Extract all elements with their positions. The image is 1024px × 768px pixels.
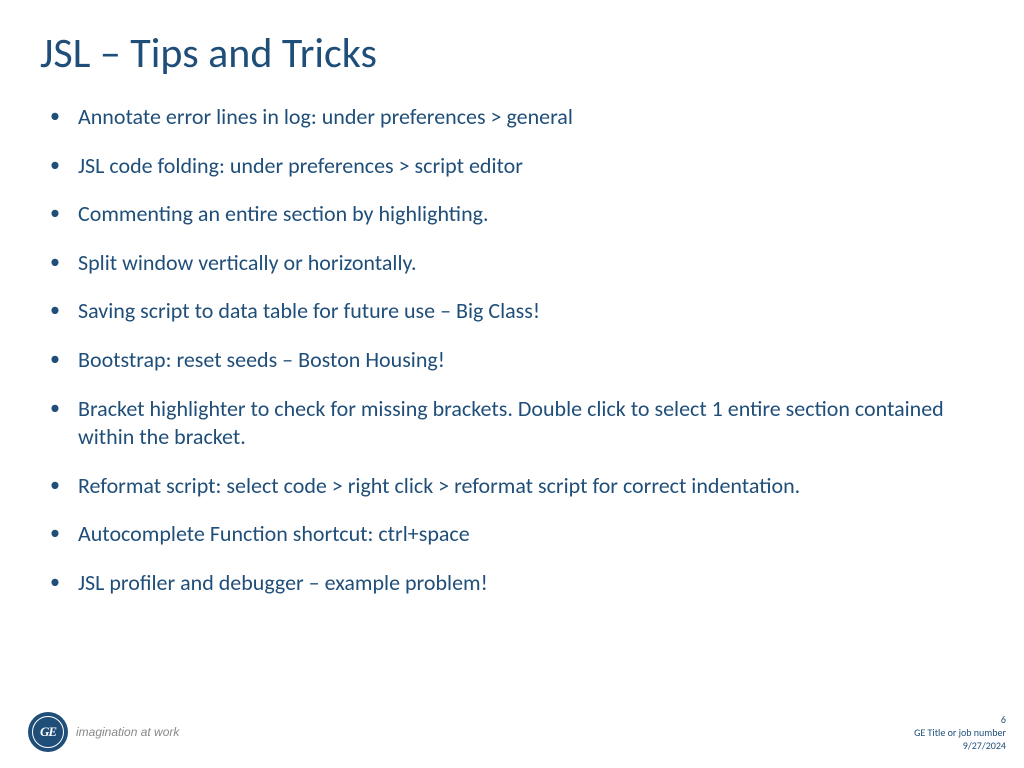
ge-logo-monogram: GE <box>40 724 56 740</box>
slide-title: JSL – Tips and Tricks <box>40 28 984 79</box>
list-item: Commenting an entire section by highligh… <box>78 200 984 229</box>
list-item: Reformat script: select code > right cli… <box>78 472 984 501</box>
list-item: Bracket highlighter to check for missing… <box>78 395 984 452</box>
list-item: Autocomplete Function shortcut: ctrl+spa… <box>78 520 984 549</box>
slide-footer: GE imagination at work 6 GE Title or job… <box>0 708 1024 758</box>
list-item: JSL profiler and debugger – example prob… <box>78 569 984 598</box>
footer-date: 9/27/2024 <box>914 739 1006 752</box>
list-item: Bootstrap: reset seeds – Boston Housing! <box>78 346 984 375</box>
footer-meta: 6 GE Title or job number 9/27/2024 <box>914 713 1006 752</box>
page-number: 6 <box>914 713 1006 726</box>
logo-area: GE imagination at work <box>28 712 179 752</box>
slide-content: JSL – Tips and Tricks Annotate error lin… <box>0 0 1024 598</box>
logo-tagline: imagination at work <box>76 725 179 739</box>
bullet-list: Annotate error lines in log: under prefe… <box>40 103 984 598</box>
list-item: Split window vertically or horizontally. <box>78 249 984 278</box>
ge-logo-ring: GE <box>32 716 64 748</box>
job-line: GE Title or job number <box>914 726 1006 739</box>
list-item: JSL code folding: under preferences > sc… <box>78 152 984 181</box>
list-item: Annotate error lines in log: under prefe… <box>78 103 984 132</box>
list-item: Saving script to data table for future u… <box>78 297 984 326</box>
ge-logo-icon: GE <box>28 712 68 752</box>
